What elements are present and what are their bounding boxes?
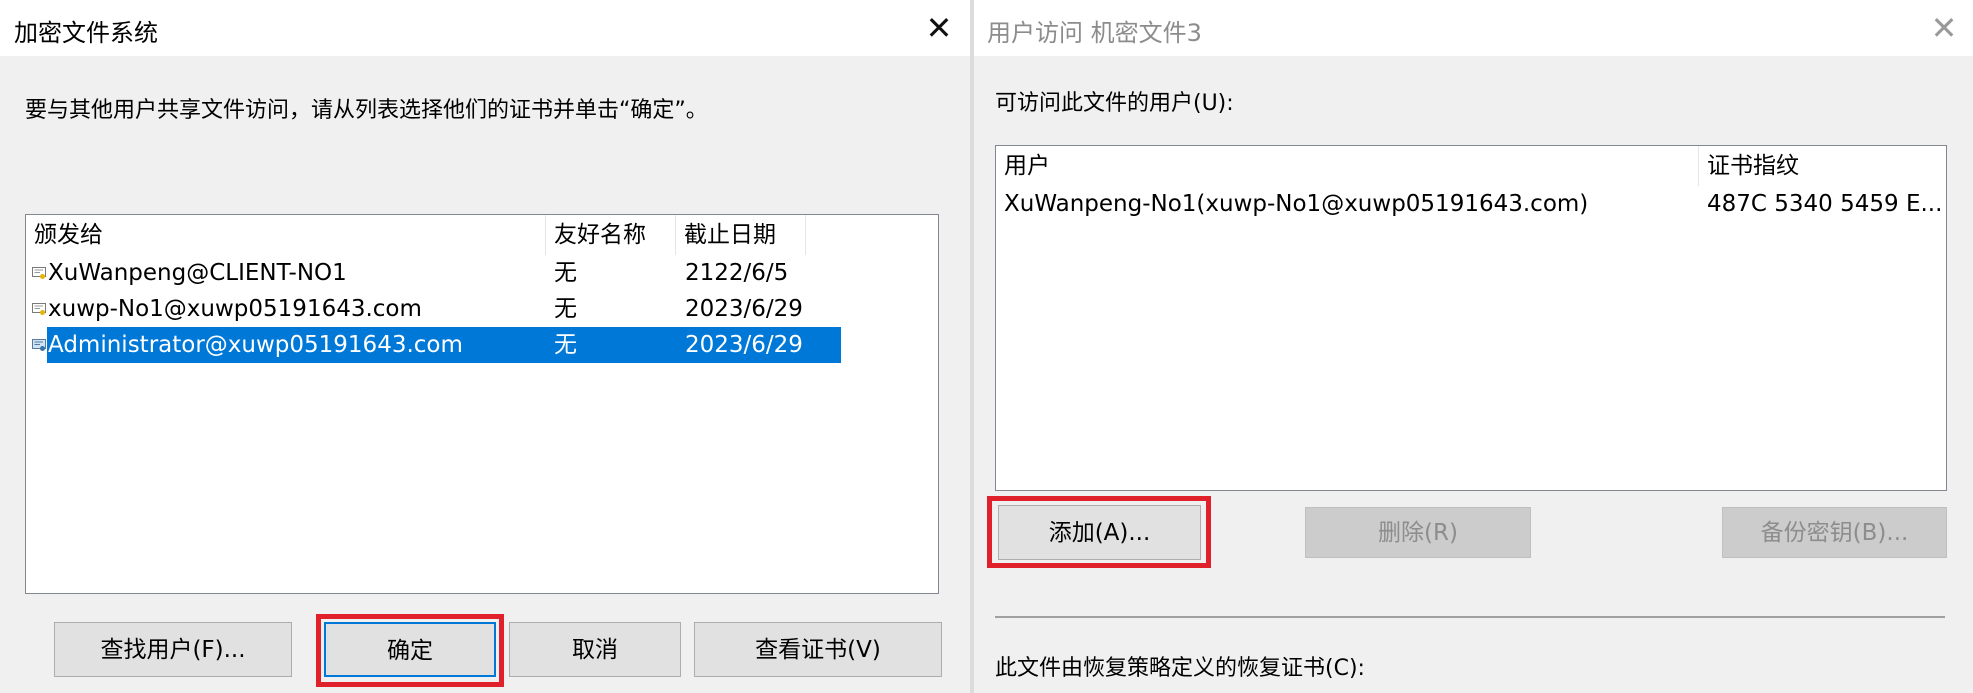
certificate-icon (32, 339, 46, 351)
column-header-issued-to[interactable]: 颁发给 (26, 215, 546, 255)
column-header-user[interactable]: 用户 (996, 146, 1699, 186)
certificate-list[interactable]: 颁发给 友好名称 截止日期 XuWanpeng@CLIENT-NO1 无 212… (25, 214, 939, 594)
cell-user: XuWanpeng-No1(xuwp-No1@xuwp05191643.com) (1004, 191, 1589, 217)
cell-expiry: 2122/6/5 (685, 260, 789, 286)
cell-issued-to: Administrator@xuwp05191643.com (48, 332, 463, 358)
cell-friendly-name: 无 (554, 296, 577, 322)
remove-button[interactable]: 删除(R) (1305, 507, 1531, 558)
add-button[interactable]: 添加(A)... (998, 505, 1201, 560)
dialog-title: 加密文件系统 (14, 19, 158, 47)
column-header-friendly-name[interactable]: 友好名称 (546, 215, 676, 255)
cell-expiry: 2023/6/29 (685, 332, 803, 358)
close-icon[interactable]: ✕ (919, 8, 959, 48)
cell-expiry: 2023/6/29 (685, 296, 803, 322)
encrypting-file-system-dialog: 加密文件系统 ✕ 要与其他用户共享文件访问，请从列表选择他们的证书并单击“确定”… (0, 0, 970, 693)
close-icon[interactable]: ✕ (1924, 8, 1964, 48)
title-bar: 用户访问 机密文件3 ✕ (974, 0, 1973, 56)
user-access-dialog: 用户访问 机密文件3 ✕ 可访问此文件的用户(U): 用户 证书指纹 XuWan… (974, 0, 1973, 693)
cell-friendly-name: 无 (554, 332, 577, 358)
table-row-selected[interactable]: Administrator@xuwp05191643.com 无 2023/6/… (26, 327, 936, 363)
table-row[interactable]: XuWanpeng-No1(xuwp-No1@xuwp05191643.com)… (996, 186, 1944, 222)
recovery-certificates-label: 此文件由恢复策略定义的恢复证书(C): (995, 656, 1365, 681)
table-row[interactable]: xuwp-No1@xuwp05191643.com 无 2023/6/29 (26, 291, 936, 327)
column-header-expiry-date[interactable]: 截止日期 (676, 215, 806, 255)
cell-issued-to: xuwp-No1@xuwp05191643.com (48, 296, 422, 322)
separator-line (995, 616, 1945, 618)
backup-key-button[interactable]: 备份密钥(B)... (1722, 507, 1947, 558)
cancel-button[interactable]: 取消 (509, 622, 681, 677)
cell-friendly-name: 无 (554, 260, 577, 286)
dialog-title: 用户访问 机密文件3 (987, 19, 1202, 47)
title-bar: 加密文件系统 ✕ (0, 0, 970, 56)
users-list[interactable]: 用户 证书指纹 XuWanpeng-No1(xuwp-No1@xuwp05191… (995, 145, 1947, 491)
cell-issued-to: XuWanpeng@CLIENT-NO1 (48, 260, 347, 286)
column-header-thumbprint[interactable]: 证书指纹 (1699, 146, 1944, 186)
cell-thumbprint: 487C 5340 5459 E... (1707, 191, 1943, 217)
instruction-text: 要与其他用户共享文件访问，请从列表选择他们的证书并单击“确定”。 (25, 98, 708, 123)
users-label: 可访问此文件的用户(U): (995, 91, 1234, 116)
find-user-button[interactable]: 查找用户(F)... (54, 622, 292, 677)
certificate-icon (32, 303, 46, 315)
certificate-icon (32, 267, 46, 279)
view-certificate-button[interactable]: 查看证书(V) (694, 622, 942, 677)
table-row[interactable]: XuWanpeng@CLIENT-NO1 无 2122/6/5 (26, 255, 936, 291)
ok-button[interactable]: 确定 (324, 622, 496, 677)
